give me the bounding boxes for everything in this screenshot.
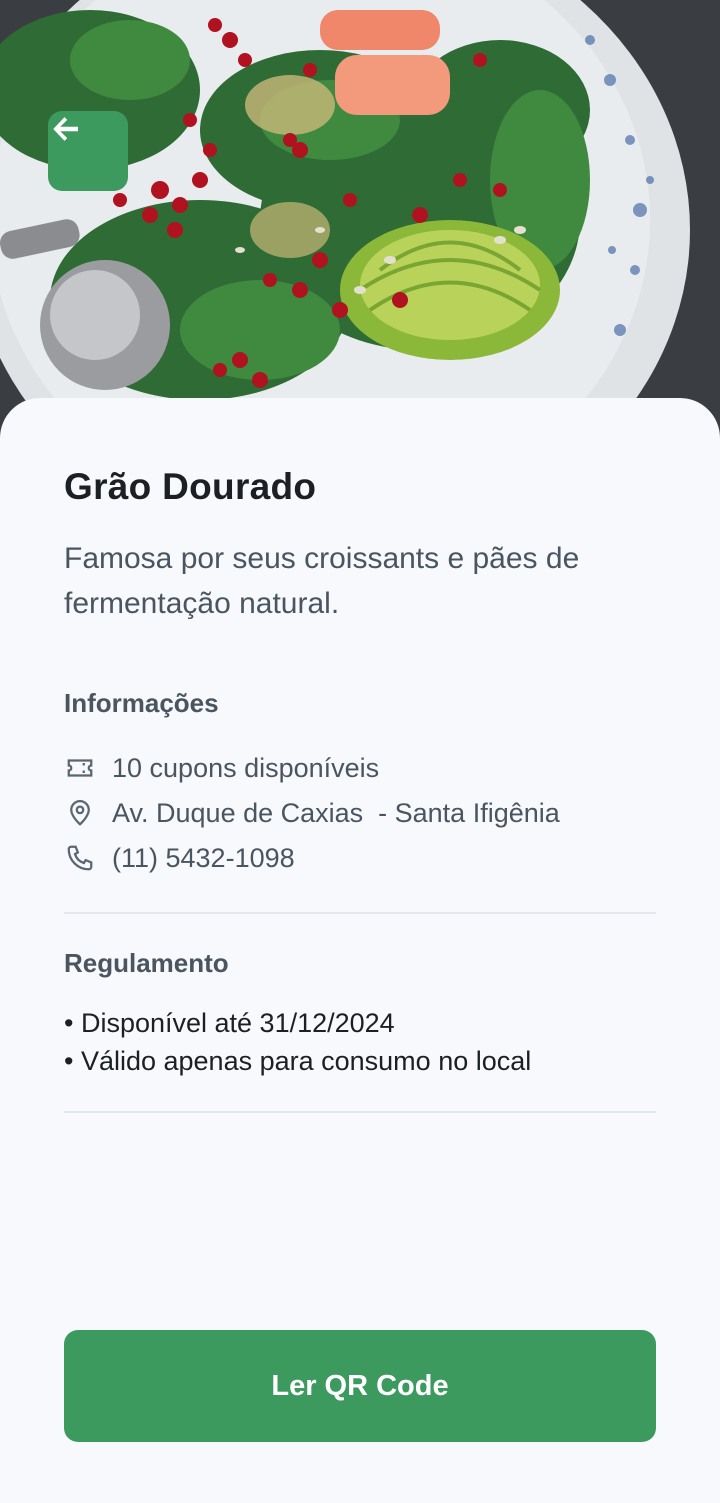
scan-qr-button[interactable]: Ler QR Code: [64, 1330, 656, 1442]
divider: [64, 912, 656, 914]
scan-qr-button-label: Ler QR Code: [271, 1369, 449, 1402]
hero-image: [0, 0, 720, 440]
phone-icon: [64, 842, 96, 874]
info-phone-text: (11) 5432-1098: [112, 842, 295, 873]
info-address: Av. Duque de Caxias - Santa Ifigênia: [64, 795, 560, 831]
info-phone: (11) 5432-1098: [64, 840, 295, 876]
map-pin-icon: [64, 797, 96, 829]
rules-heading: Regulamento: [64, 948, 229, 978]
arrow-left-icon: [53, 117, 78, 141]
divider: [64, 1111, 656, 1113]
back-button[interactable]: [48, 111, 128, 191]
store-name: Grão Dourado: [64, 466, 317, 507]
info-coupons: 10 cupons disponíveis: [64, 750, 379, 786]
salad-bowl-illustration: [0, 0, 720, 440]
ticket-icon: [64, 752, 96, 784]
store-description: Famosa por seus croissants e pães de fer…: [64, 542, 580, 620]
rule-item: • Disponível até 31/12/2024: [64, 1008, 395, 1038]
info-heading: Informações: [64, 688, 219, 718]
info-address-text: Av. Duque de Caxias - Santa Ifigênia: [112, 797, 560, 828]
rule-item: • Válido apenas para consumo no local: [64, 1046, 532, 1076]
info-coupons-text: 10 cupons disponíveis: [112, 752, 380, 783]
